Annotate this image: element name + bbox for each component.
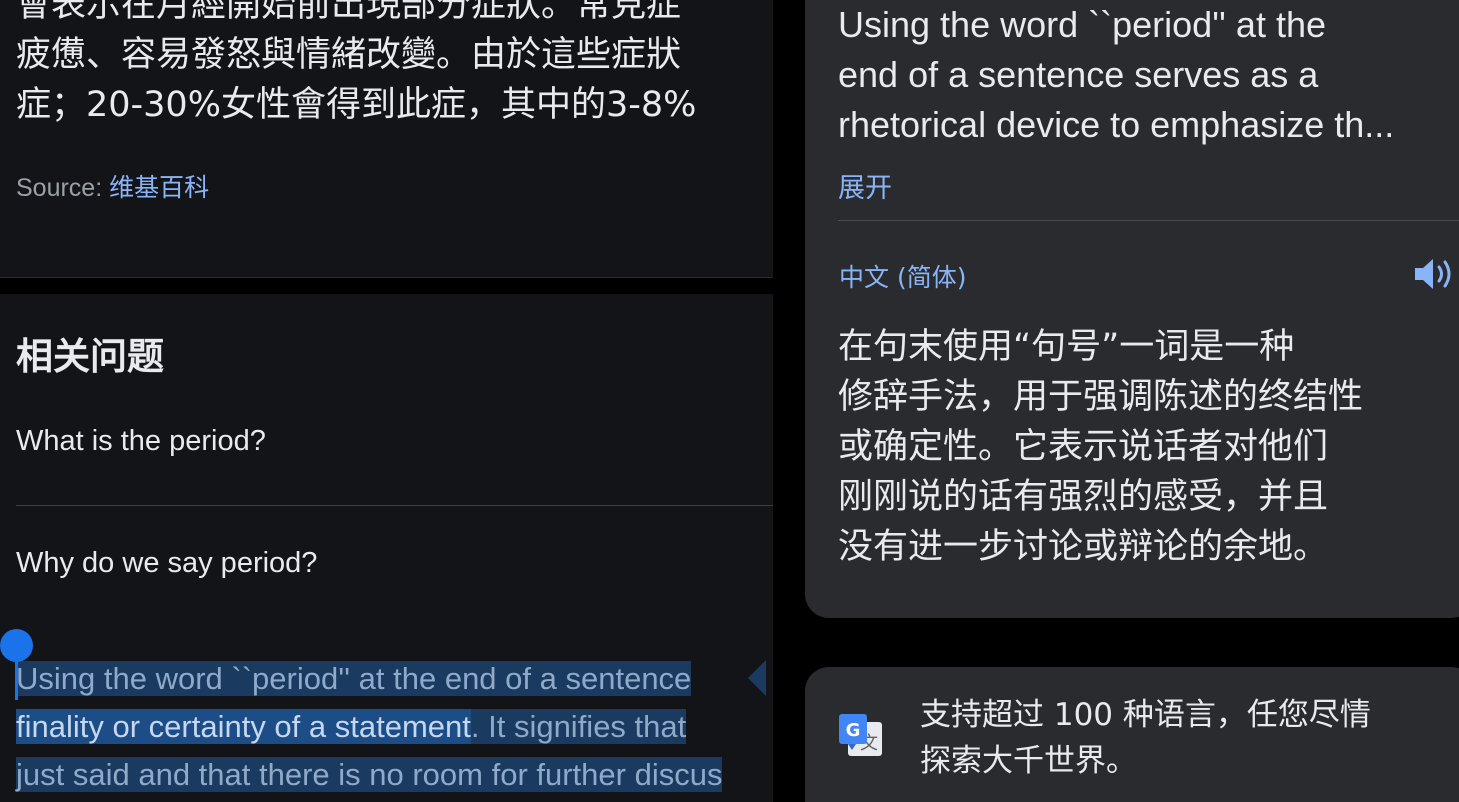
selected-text-line[interactable]: Using the word ``period'' at the end of … <box>0 655 692 703</box>
selected-text-line[interactable]: just said and that there is no room for … <box>0 751 723 799</box>
source-text-line: rhetorical device to emphasize th... <box>838 104 1395 145</box>
selection-end-handle[interactable] <box>748 660 766 696</box>
source-text-line: Using the word ``period'' at the <box>838 4 1326 45</box>
source-link[interactable]: 维基百科 <box>109 174 209 202</box>
source-label: Source: <box>16 174 103 202</box>
source-line: Source: 维基百科 <box>16 168 209 204</box>
divider <box>838 220 1459 221</box>
promo-line: 探索大千世界。 <box>920 743 1137 779</box>
speaker-icon[interactable] <box>1413 256 1457 292</box>
selected-text: . It signifies that <box>470 709 687 744</box>
expand-button[interactable]: 展开 <box>838 166 892 205</box>
translate-panel: Using the word ``period'' at the end of … <box>773 0 1459 802</box>
selected-text-line[interactable]: finality or certainty of a statement. It… <box>0 703 687 751</box>
divider <box>16 505 773 506</box>
selected-text: just said and that there is no room for … <box>16 757 723 792</box>
related-question[interactable]: What is the period? <box>16 425 266 458</box>
promo-line: 支持超过 100 种语言，任您尽情 <box>920 697 1371 733</box>
translated-text: 在句末使用“句号”一词是一种 修辞手法，用于强调陈述的终结性 或确定性。它表示说… <box>838 322 1363 572</box>
source-text: Using the word ``period'' at the end of … <box>838 0 1458 150</box>
selected-text: Using the word ``period'' at the end of … <box>16 661 692 696</box>
promo-text: 支持超过 100 种语言，任您尽情 探索大千世界。 <box>920 692 1371 784</box>
search-result-pane: 會表示在月經開始前出現部分症狀。常見症 疲憊、容易發怒與情緒改變。由於這些症狀 … <box>0 0 773 802</box>
selection-cursor <box>15 658 18 700</box>
source-text-line: end of a sentence serves as a <box>838 54 1319 95</box>
highlighted-phrase: finality or certainty of a statement <box>16 709 471 744</box>
translated-line: 在句末使用“句号”一词是一种 <box>838 327 1295 367</box>
snippet-line: 症；20-30%女性會得到此症，其中的3-8% <box>16 85 697 125</box>
section-divider <box>0 277 773 294</box>
translated-line: 刚刚说的话有强烈的感受，并且 <box>838 477 1329 517</box>
related-questions-title: 相关问题 <box>16 335 164 378</box>
article-snippet: 會表示在月經開始前出現部分症狀。常見症 疲憊、容易發怒與情緒改變。由於這些症狀 … <box>16 0 773 130</box>
translated-line: 修辞手法，用于强调陈述的终结性 <box>838 377 1364 417</box>
translated-line: 或确定性。它表示说话者对他们 <box>838 427 1329 467</box>
snippet-line: 疲憊、容易發怒與情緒改變。由於這些症狀 <box>16 35 682 75</box>
svg-text:G: G <box>846 720 861 741</box>
related-question[interactable]: Why do we say period? <box>16 547 317 580</box>
google-translate-icon: 文 G <box>839 714 882 756</box>
target-language-label[interactable]: 中文 (简体) <box>839 258 966 294</box>
snippet-line: 會表示在月經開始前出現部分症狀。常見症 <box>16 0 682 25</box>
translated-line: 没有进一步讨论或辩论的余地。 <box>838 527 1329 567</box>
